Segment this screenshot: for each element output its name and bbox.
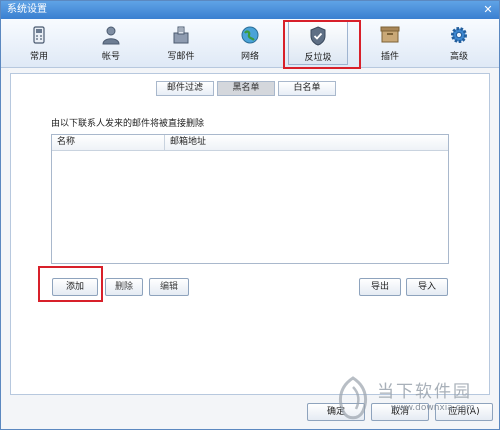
toolbar-item-plugins[interactable]: 插件 [360, 19, 420, 67]
compose-icon [173, 26, 189, 44]
export-button[interactable]: 导出 [359, 278, 401, 296]
toolbar-item-account[interactable]: 帐号 [81, 19, 141, 67]
close-button[interactable]: ✕ [481, 3, 495, 16]
toolbar-item-network[interactable]: 网络 [220, 19, 280, 67]
gear-icon [451, 27, 467, 43]
toolbar-item-compose[interactable]: 写邮件 [151, 19, 211, 67]
toolbar-label: 插件 [380, 52, 399, 62]
watermark-logo-icon [338, 376, 368, 420]
watermark-url: www.downxia.com [391, 403, 475, 413]
box-icon [380, 26, 400, 43]
import-button[interactable]: 导入 [406, 278, 448, 296]
toolbar-label: 网络 [240, 52, 259, 62]
window-title: 系统设置 [7, 4, 47, 15]
user-icon [102, 26, 120, 45]
toolbar-label: 写邮件 [167, 52, 195, 62]
column-header-email[interactable]: 邮箱地址 [164, 135, 440, 150]
blacklist-description: 由以下联系人发来的邮件将被直接删除 [51, 119, 205, 129]
toolbar-label: 常用 [29, 52, 48, 62]
toolbar-label: 高级 [449, 52, 468, 62]
watermark: 当下软件园 www.downxia.com [329, 373, 499, 429]
tab-mail-filter[interactable]: 邮件过滤 [156, 81, 214, 96]
column-header-name[interactable]: 名称 [52, 135, 164, 150]
tab-whitelist[interactable]: 白名单 [278, 81, 336, 96]
watermark-text: 当下软件园 [377, 382, 472, 402]
delete-button[interactable]: 删除 [105, 278, 143, 296]
highlight-antispam [283, 20, 361, 69]
blacklist-table[interactable]: 名称 邮箱地址 [51, 134, 449, 264]
title-bar: 系统设置 ✕ [1, 1, 499, 19]
edit-button[interactable]: 编辑 [149, 278, 189, 296]
tab-blacklist[interactable]: 黑名单 [217, 81, 275, 96]
toolbar-item-advanced[interactable]: 高级 [429, 19, 489, 67]
highlight-add [38, 266, 103, 302]
settings-window: 系统设置 ✕ 常用 帐号 写邮件 网络 反垃圾 插件 高级 邮件过滤 黑名单 白… [0, 0, 500, 430]
toolbar-label: 帐号 [101, 52, 120, 62]
globe-icon [241, 26, 259, 44]
toolbar-item-common[interactable]: 常用 [9, 19, 69, 67]
table-header: 名称 邮箱地址 [52, 135, 448, 151]
phone-icon [33, 26, 45, 44]
settings-toolbar: 常用 帐号 写邮件 网络 反垃圾 插件 高级 [1, 19, 499, 68]
